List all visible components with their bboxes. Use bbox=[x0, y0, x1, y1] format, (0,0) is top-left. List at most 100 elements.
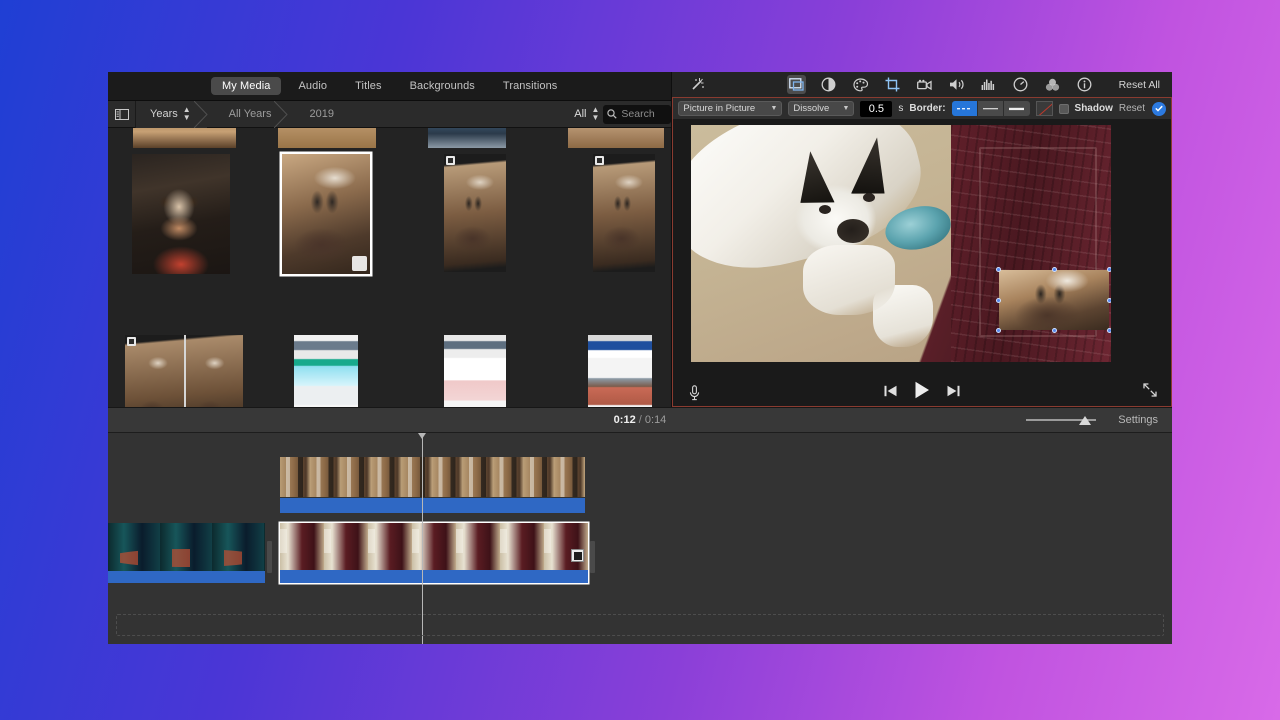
filter-stepper-icon[interactable]: ▲ ▼ bbox=[591, 106, 599, 122]
border-thin-option[interactable] bbox=[977, 101, 1004, 116]
selection-checkbox-icon[interactable] bbox=[127, 337, 136, 346]
play-icon[interactable] bbox=[914, 381, 930, 404]
skip-forward-icon[interactable] bbox=[947, 384, 960, 402]
skip-back-icon[interactable] bbox=[884, 384, 897, 402]
breadcrumb: Years ▲ ▼ All Years 2019 All ▲ ▼ Search bbox=[108, 100, 672, 128]
overlay-type-dropdown[interactable]: Picture in Picture ▼ bbox=[678, 101, 783, 116]
border-none-option[interactable] bbox=[951, 101, 978, 116]
breadcrumb-item-2019[interactable]: 2019 bbox=[287, 101, 349, 128]
breadcrumb-label-2019: 2019 bbox=[309, 108, 334, 120]
overlay-type-label: Picture in Picture bbox=[683, 103, 756, 114]
thumb-dog-on-bed-selected[interactable]: ✓ bbox=[282, 154, 370, 274]
timeline-playhead[interactable] bbox=[418, 433, 426, 644]
tab-backgrounds[interactable]: Backgrounds bbox=[399, 77, 486, 95]
transport-bar bbox=[672, 379, 1172, 407]
chevron-down-icon: ▼ bbox=[770, 105, 778, 112]
breadcrumb-item-all-years[interactable]: All Years bbox=[207, 100, 289, 128]
color-balance-icon[interactable] bbox=[819, 75, 838, 94]
add-to-project-button[interactable]: ✓ bbox=[352, 256, 367, 271]
breadcrumb-arrow-1 bbox=[193, 100, 208, 128]
border-style-segmented-control[interactable] bbox=[951, 101, 1030, 116]
volume-icon[interactable] bbox=[947, 75, 966, 94]
border-label: Border: bbox=[909, 103, 946, 114]
info-icon[interactable] bbox=[1075, 75, 1094, 94]
search-input[interactable] bbox=[603, 104, 672, 124]
tab-audio[interactable]: Audio bbox=[287, 77, 338, 95]
shadow-label: Shadow bbox=[1074, 103, 1113, 114]
imovie-window: My Media Audio Titles Backgrounds Transi… bbox=[108, 72, 1172, 644]
filters-icon[interactable] bbox=[1043, 75, 1062, 94]
fullscreen-icon[interactable] bbox=[1143, 383, 1157, 402]
aurora-tent-detail bbox=[108, 549, 265, 567]
duration-field[interactable]: 0.5 bbox=[860, 100, 893, 117]
current-time: 0:12 bbox=[613, 414, 636, 426]
transition-dropdown[interactable]: Dissolve ▼ bbox=[788, 101, 855, 116]
border-color-swatch[interactable] bbox=[1035, 101, 1053, 116]
tab-transitions[interactable]: Transitions bbox=[492, 77, 569, 95]
breadcrumb-item-years[interactable]: Years ▲ ▼ bbox=[136, 100, 208, 128]
color-correction-icon[interactable] bbox=[851, 75, 870, 94]
clip-dog-hallway-main[interactable] bbox=[280, 523, 588, 583]
thumb-partial-top-1[interactable] bbox=[133, 128, 236, 148]
trim-handle-right[interactable] bbox=[590, 541, 595, 573]
thumb-partial-top-4[interactable] bbox=[568, 128, 664, 148]
settings-button[interactable]: Settings bbox=[1118, 414, 1158, 426]
thumb-split-divider bbox=[184, 335, 186, 407]
pip-handle-middle-right[interactable] bbox=[1107, 297, 1112, 303]
sidebar-toggle-icon[interactable] bbox=[108, 100, 136, 128]
selection-checkbox-icon[interactable] bbox=[595, 156, 604, 165]
media-grid[interactable]: ✓ bbox=[108, 128, 672, 407]
magic-wand-icon[interactable] bbox=[680, 77, 714, 92]
thumb-partial-top-2[interactable] bbox=[278, 128, 376, 148]
crop-icon[interactable] bbox=[883, 75, 902, 94]
apply-button[interactable] bbox=[1152, 101, 1166, 116]
timeline-zoom-slider[interactable] bbox=[1026, 413, 1096, 427]
inspector-toolbar: Reset All bbox=[672, 72, 1172, 97]
video-overlay-icon[interactable] bbox=[787, 75, 807, 94]
dog-foreleg bbox=[803, 245, 896, 315]
border-thick-option[interactable] bbox=[1003, 101, 1030, 116]
pip-handle-top-right[interactable] bbox=[1107, 267, 1112, 272]
tab-titles[interactable]: Titles bbox=[344, 77, 392, 95]
clip-dog-on-bed-overlay[interactable] bbox=[280, 457, 585, 513]
selection-checkbox-icon[interactable] bbox=[446, 156, 455, 165]
thumb-partial-top-3[interactable] bbox=[428, 128, 506, 148]
filter-all-dropdown[interactable]: All ▲ ▼ bbox=[574, 106, 603, 122]
timeline-drop-zone[interactable] bbox=[116, 614, 1164, 636]
duration-unit-label: s bbox=[898, 103, 904, 114]
thumb-ios-photo-pair[interactable] bbox=[125, 335, 243, 407]
pip-video-content bbox=[999, 270, 1110, 330]
video-preview[interactable] bbox=[691, 125, 1112, 362]
years-stepper-icon[interactable]: ▲ ▼ bbox=[183, 106, 191, 122]
clip-corner-marker[interactable] bbox=[571, 549, 584, 562]
thumb-ios-photo-share-1[interactable] bbox=[444, 154, 506, 272]
search-field[interactable] bbox=[621, 108, 666, 120]
thumb-ios-photo-share-2[interactable] bbox=[593, 154, 655, 272]
zoom-slider-knob[interactable] bbox=[1079, 415, 1091, 425]
equalizer-icon[interactable] bbox=[979, 75, 998, 94]
pip-handle-top-center[interactable] bbox=[1051, 267, 1057, 272]
timeline[interactable] bbox=[108, 433, 1172, 644]
pip-handle-bottom-right[interactable] bbox=[1107, 328, 1112, 333]
clip-aurora-background[interactable] bbox=[108, 523, 265, 583]
pip-handle-bottom-center[interactable] bbox=[1051, 328, 1057, 333]
timecode-display: 0:12 / 0:14 bbox=[108, 414, 1172, 426]
reset-all-button[interactable]: Reset All bbox=[1119, 79, 1164, 91]
pip-handle-middle-left[interactable] bbox=[996, 297, 1002, 303]
hallway-dog-detail bbox=[280, 529, 588, 553]
thumb-dog-in-car[interactable] bbox=[132, 154, 230, 274]
thumb-apple-pay-article[interactable] bbox=[588, 335, 652, 407]
thumb-ios-share-sheet-2[interactable] bbox=[444, 335, 506, 407]
pip-reset-button[interactable]: Reset bbox=[1119, 103, 1145, 114]
breadcrumb-arrow-2 bbox=[274, 100, 289, 128]
shadow-checkbox[interactable] bbox=[1058, 103, 1069, 114]
trim-handle-left[interactable] bbox=[267, 541, 272, 573]
inspector-icon-group bbox=[787, 75, 1094, 94]
thumb-ios-share-sheet-1[interactable] bbox=[294, 335, 358, 407]
pip-overlay[interactable] bbox=[996, 267, 1112, 333]
pip-controls-bar: Picture in Picture ▼ Dissolve ▼ 0.5 s Bo… bbox=[672, 97, 1172, 119]
tab-my-media[interactable]: My Media bbox=[210, 77, 282, 95]
speed-icon[interactable] bbox=[1011, 75, 1030, 94]
stabilization-icon[interactable] bbox=[915, 75, 934, 94]
viewer-stage bbox=[672, 119, 1172, 379]
